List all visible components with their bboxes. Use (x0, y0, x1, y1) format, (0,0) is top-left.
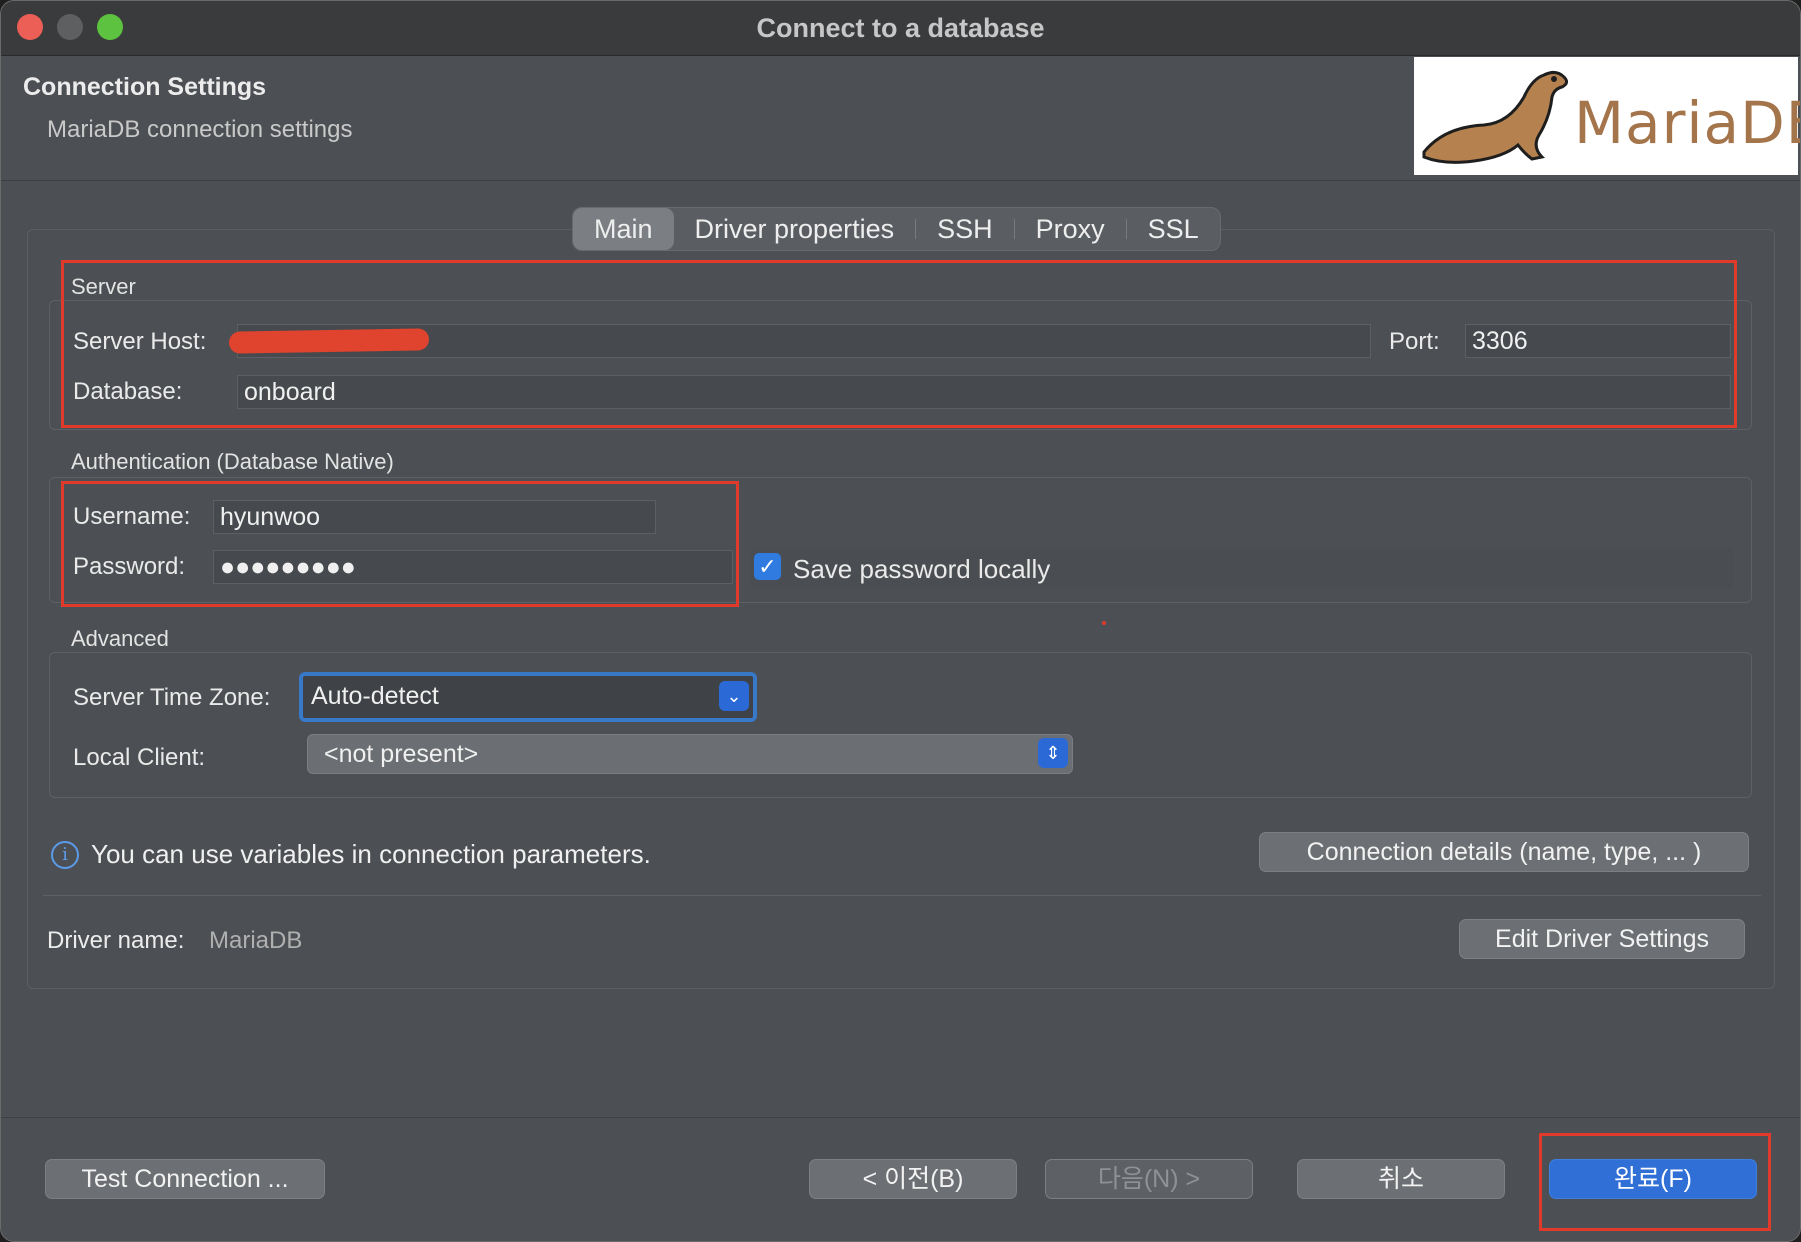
tab-ssh[interactable]: SSH (916, 208, 1014, 250)
test-connection-button[interactable]: Test Connection ... (45, 1159, 325, 1199)
back-button[interactable]: < 이전(B) (809, 1159, 1017, 1199)
title-bar: Connect to a database (1, 1, 1800, 56)
divider (43, 895, 1761, 896)
annotation-dot (1102, 621, 1106, 625)
timezone-select[interactable]: Auto-detect ⌄ (299, 672, 757, 722)
footer-divider (1, 1117, 1800, 1118)
auth-group-label: Authentication (Database Native) (71, 449, 394, 474)
tab-proxy[interactable]: Proxy (1015, 208, 1126, 250)
local-client-value: <not present> (324, 740, 479, 768)
timezone-value: Auto-detect (311, 682, 439, 710)
advanced-group-label: Advanced (71, 626, 169, 651)
window-title: Connect to a database (756, 13, 1045, 43)
dialog-header: Connection Settings MariaDB connection s… (1, 57, 1800, 181)
tab-bar: Main Driver properties SSH Proxy SSL (572, 207, 1221, 251)
info-icon: i (51, 841, 79, 869)
chevron-updown-icon[interactable]: ⇕ (1038, 738, 1068, 768)
annotation-box-finish (1539, 1133, 1771, 1231)
connect-dialog-window: Connect to a database Connection Setting… (0, 0, 1801, 1242)
tab-ssl[interactable]: SSL (1127, 208, 1220, 250)
mariadb-logo: MariaDB (1414, 57, 1800, 175)
seal-icon (1422, 70, 1569, 164)
page-subtitle: MariaDB connection settings (47, 116, 353, 143)
driver-name-label: Driver name: (47, 927, 185, 954)
cancel-button[interactable]: 취소 (1297, 1159, 1505, 1199)
logo-text: MariaDB (1574, 89, 1800, 157)
connection-details-button[interactable]: Connection details (name, type, ... ) (1259, 832, 1749, 872)
tab-driver-properties[interactable]: Driver properties (674, 208, 916, 250)
info-text: You can use variables in connection para… (91, 839, 651, 869)
save-password-checkbox[interactable]: ✓ (754, 553, 781, 580)
tab-main[interactable]: Main (573, 208, 674, 250)
chevron-down-icon[interactable]: ⌄ (719, 681, 749, 711)
local-client-select[interactable]: <not present> ⇕ (307, 734, 1073, 774)
save-password-label[interactable]: Save password locally (793, 554, 1050, 585)
annotation-box-auth (61, 481, 739, 607)
timezone-label: Server Time Zone: (73, 684, 271, 711)
page-title: Connection Settings (23, 73, 267, 101)
edit-driver-settings-button[interactable]: Edit Driver Settings (1459, 919, 1745, 959)
local-client-label: Local Client: (73, 744, 206, 771)
driver-name-value: MariaDB (209, 927, 303, 954)
next-button: 다음(N) > (1045, 1159, 1253, 1199)
annotation-box-server (61, 260, 1737, 428)
